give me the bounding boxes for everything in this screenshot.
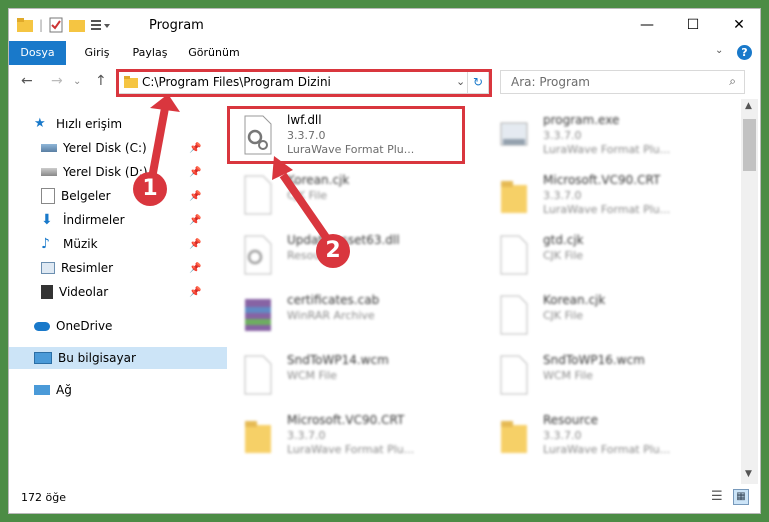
- arrow-1-shaft: [148, 107, 169, 179]
- arrow-1-head: [150, 94, 180, 112]
- arrow-2-shaft: [279, 172, 334, 246]
- step-badge-1: 1: [133, 172, 167, 206]
- annotation-arrows: [148, 94, 334, 246]
- step-badge-2: 2: [316, 234, 350, 268]
